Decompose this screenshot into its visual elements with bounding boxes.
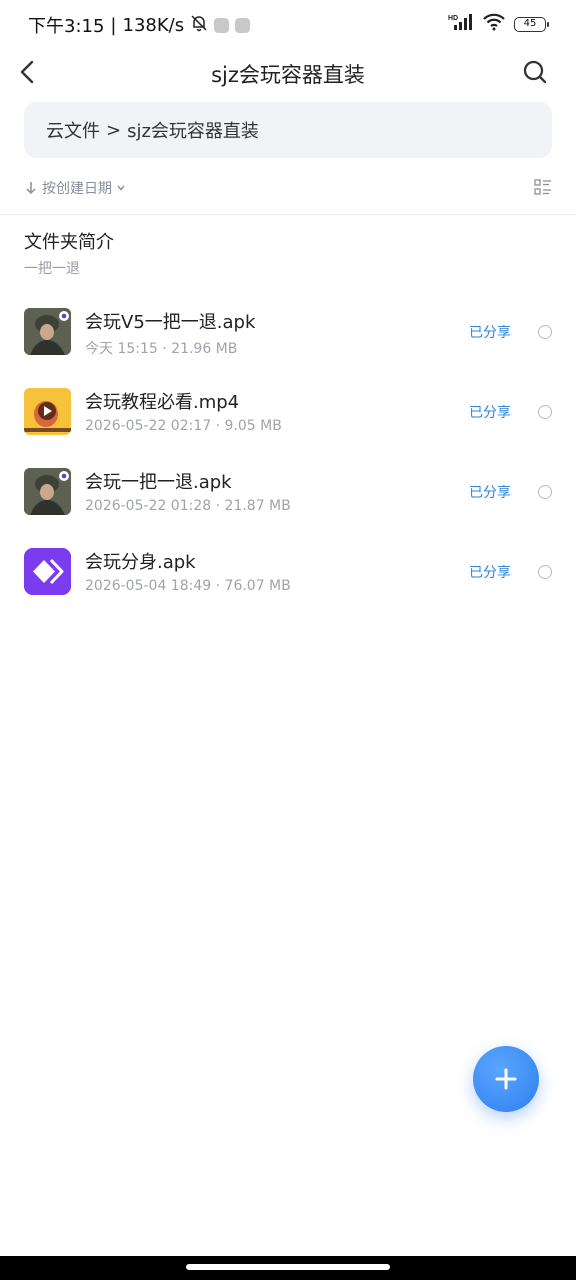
list-view-icon [534,179,551,195]
bell-muted-icon [190,14,208,37]
file-size: 76.07 MB [224,578,291,594]
battery-icon: 45 [514,16,549,32]
clone-app-icon [24,548,71,595]
file-name: 会玩教程必看.mp4 [85,392,240,413]
status-bar: 下午3:15 | 138K/s HD 45 [0,0,576,48]
shared-status: 已分享 [469,325,511,341]
meta-separator: · [215,418,221,434]
file-row[interactable]: 会玩分身.apk 2026-05-04 18:49 · 76.07 MB 已分享 [0,532,576,612]
file-date: 今天 15:15 [85,341,158,357]
folder-intro-title: 文件夹简介 [24,232,114,253]
app-header: sjz会玩容器直装 [0,48,576,98]
hd-signal-icon: HD [448,13,474,35]
sort-button[interactable]: 按创建日期 [24,178,126,198]
video-thumbnail [24,388,71,435]
breadcrumb-root[interactable]: 云文件 [46,117,100,143]
status-right: HD 45 [448,13,549,35]
plus-icon [495,1068,517,1090]
file-meta: 2026-05-22 01:28 · 21.87 MB [85,498,291,514]
page-title: sjz会玩容器直装 [211,63,365,87]
select-radio[interactable] [538,405,552,419]
file-meta: 2026-05-04 18:49 · 76.07 MB [85,578,291,594]
sort-bar: 按创建日期 [24,176,552,200]
network-speed: 138K/s [122,14,185,36]
file-size: 21.87 MB [224,498,291,514]
folder-intro-text: 一把一退 [24,261,80,277]
breadcrumb-current: sjz会玩容器直装 [127,121,259,142]
search-icon [523,60,547,84]
file-row[interactable]: 会玩V5一把一退.apk 今天 15:15 · 21.96 MB 已分享 [0,292,576,372]
app-notification-icon [235,17,251,33]
breadcrumb: 云文件 > sjz会玩容器直装 [24,102,552,158]
wifi-icon [482,13,506,35]
status-divider: | [110,14,117,36]
meta-separator: · [215,498,221,514]
gesture-bar [0,1256,576,1280]
breadcrumb-separator: > [106,119,122,141]
status-time: 下午3:15 [28,16,105,37]
soldier-game-icon [24,308,71,355]
divider [0,214,576,215]
meta-separator: · [215,578,221,594]
meta-separator: · [162,341,167,357]
list-view-toggle[interactable] [534,178,552,196]
file-date: 2026-05-22 01:28 [85,498,212,514]
shared-status: 已分享 [469,565,511,581]
status-left: 下午3:15 | 138K/s [28,12,251,38]
soldier-game-icon [24,468,71,515]
search-button[interactable] [522,59,548,85]
sort-label: 按创建日期 [42,181,112,197]
chevron-down-icon [117,185,125,191]
select-radio[interactable] [538,485,552,499]
file-name: 会玩V5一把一退.apk [85,312,256,333]
svg-text:HD: HD [448,15,458,22]
telegram-icon [214,17,230,33]
file-meta: 今天 15:15 · 21.96 MB [85,338,237,358]
select-radio[interactable] [538,565,552,579]
shared-status: 已分享 [469,485,511,501]
file-date: 2026-05-22 02:17 [85,418,212,434]
file-size: 21.96 MB [171,341,238,357]
file-date: 2026-05-04 18:49 [85,578,212,594]
file-name: 会玩分身.apk [85,552,196,573]
arrow-down-icon [26,182,36,195]
home-indicator[interactable] [186,1264,390,1270]
add-button[interactable] [473,1046,539,1112]
file-row[interactable]: 会玩一把一退.apk 2026-05-22 01:28 · 21.87 MB 已… [0,452,576,532]
file-size: 9.05 MB [224,418,282,434]
file-meta: 2026-05-22 02:17 · 9.05 MB [85,418,282,434]
shared-status: 已分享 [469,405,511,421]
file-name: 会玩一把一退.apk [85,472,232,493]
file-row[interactable]: 会玩教程必看.mp4 2026-05-22 02:17 · 9.05 MB 已分… [0,372,576,452]
select-radio[interactable] [538,325,552,339]
